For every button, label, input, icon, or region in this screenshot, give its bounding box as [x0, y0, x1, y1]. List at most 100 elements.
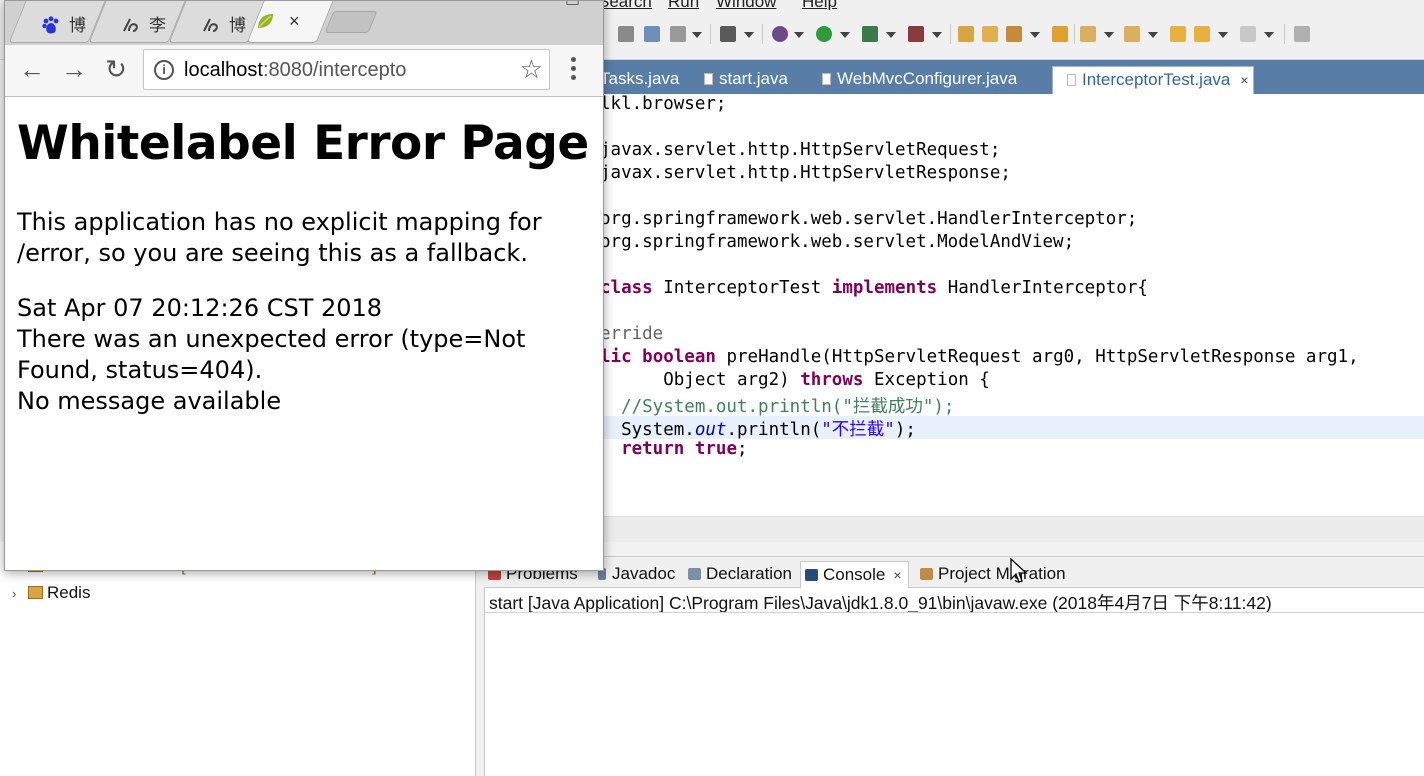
toolbar-separator: [762, 24, 763, 44]
chevron-down-icon[interactable]: [794, 32, 804, 38]
error-description: This application has no explicit mapping…: [17, 208, 542, 267]
menu-help[interactable]: Help: [802, 0, 837, 10]
run-icon[interactable]: [816, 26, 832, 42]
browser-tab-active[interactable]: ×: [246, 1, 334, 43]
last-edit-icon[interactable]: [1170, 26, 1186, 42]
toolbar-separator: [1284, 24, 1285, 44]
chevron-down-icon[interactable]: [1148, 32, 1158, 38]
toolbar-icon[interactable]: [720, 26, 736, 42]
code-line: //System.out.println("拦截成功");: [600, 397, 955, 417]
browser-menu-icon[interactable]: [571, 57, 577, 83]
console-icon: [805, 569, 818, 581]
java-file-icon: [704, 73, 713, 85]
tab-declaration[interactable]: Declaration: [684, 561, 798, 588]
back-button[interactable]: ←: [17, 55, 47, 85]
toolbar-separator: [1074, 24, 1075, 44]
url-text[interactable]: localhost:8080/intercepto: [184, 59, 406, 82]
editor-tab-label: Tasks.java: [600, 69, 680, 88]
bottom-view-tabbar: Problems Javadoc Declaration Console × Pr…: [484, 556, 1424, 588]
chevron-down-icon[interactable]: [692, 32, 702, 38]
spring-leaf-icon: [258, 14, 273, 28]
chevron-down-icon[interactable]: [1218, 32, 1228, 38]
project-icon: [28, 586, 43, 599]
chevron-down-icon[interactable]: [1104, 32, 1114, 38]
external-tools-icon[interactable]: [908, 26, 924, 42]
browser-tab[interactable]: 博: [168, 1, 266, 43]
editor-tab-tasks[interactable]: Tasks.java: [600, 66, 687, 94]
code-line: erride: [600, 324, 664, 344]
code-editor[interactable]: lkl.browser; javax.servlet.http.HttpServ…: [600, 94, 1424, 516]
editor-tab-start[interactable]: start.java: [690, 66, 796, 94]
editor-tab-label: WebMvcConfigurer.java: [837, 69, 1018, 88]
error-detail: There was an unexpected error (type=Not …: [17, 325, 526, 384]
browser-tab[interactable]: 李: [88, 1, 186, 43]
browser-tabstrip: — ▭ 博 李: [5, 1, 603, 45]
toolbar-icon[interactable]: [644, 26, 660, 42]
pin-editor-icon[interactable]: [1294, 26, 1310, 42]
new-tab-button[interactable]: [324, 11, 378, 33]
editor-tab-interceptortest[interactable]: InterceptorTest.java ×: [1052, 66, 1254, 94]
menu-window[interactable]: Window: [716, 0, 776, 10]
sash[interactable]: [476, 542, 484, 776]
toolbar-icon[interactable]: [618, 26, 634, 42]
browser-tab-title: 李: [149, 16, 166, 35]
mouse-cursor-icon: [1010, 558, 1028, 583]
chevron-down-icon[interactable]: [886, 32, 896, 38]
code-line: javax.servlet.http.HttpServletRequest;: [600, 140, 1001, 160]
browser-toolbar: ← → ↻ i localhost:8080/intercepto ☆: [5, 45, 603, 97]
tab-project-migration[interactable]: Project Migration: [916, 561, 1072, 588]
marker-icon[interactable]: [1006, 26, 1022, 42]
code-line: lic boolean preHandle(HttpServletRequest…: [600, 347, 1359, 367]
info-icon[interactable]: i: [154, 60, 174, 80]
editor-tab-label: start.java: [719, 69, 788, 88]
coverage-icon[interactable]: [862, 26, 878, 42]
back-arrow-icon[interactable]: [1194, 26, 1210, 42]
java-file-icon: [1067, 74, 1076, 86]
tab-console[interactable]: Console ×: [800, 561, 909, 588]
debug-icon[interactable]: [772, 26, 788, 42]
close-icon[interactable]: ×: [289, 11, 300, 32]
new-package-icon[interactable]: [958, 26, 974, 42]
toolbar-icon[interactable]: [670, 26, 686, 42]
tree-item-redis[interactable]: › Redis: [12, 583, 90, 603]
toolbar-separator: [950, 24, 951, 44]
divider: [485, 612, 1424, 613]
code-line: org.springframework.web.servlet.HandlerI…: [600, 209, 1138, 229]
minimize-icon[interactable]: —: [487, 1, 503, 9]
previous-annotation-icon[interactable]: [1124, 26, 1140, 42]
page-title: Whitelabel Error Page: [17, 116, 589, 171]
close-icon[interactable]: ×: [1240, 72, 1248, 88]
editor-tab-webmvcconfigurer[interactable]: WebMvcConfigurer.java: [808, 66, 1025, 94]
cnblogs-icon: [123, 18, 138, 32]
toolbar-separator: [710, 24, 711, 44]
chevron-down-icon[interactable]: [1030, 32, 1040, 38]
code-line: javax.servlet.http.HttpServletResponse;: [600, 163, 1011, 183]
error-timestamp: Sat Apr 07 20:12:26 CST 2018: [17, 294, 383, 322]
code-line: class InterceptorTest implements Handler…: [600, 278, 1148, 298]
forward-button[interactable]: →: [59, 55, 89, 85]
chevron-down-icon[interactable]: [744, 32, 754, 38]
menu-search[interactable]: Search: [598, 0, 652, 10]
editor-horizontal-scrollbar[interactable]: [600, 516, 1424, 542]
chevron-down-icon[interactable]: [932, 32, 942, 38]
browser-tab[interactable]: 博: [8, 1, 106, 43]
forward-arrow-icon[interactable]: [1240, 26, 1256, 42]
menu-run[interactable]: Run: [668, 0, 699, 10]
browser-tab-title: 博: [69, 16, 86, 35]
bookmark-star-icon[interactable]: ☆: [520, 54, 543, 85]
open-folder-icon[interactable]: [982, 26, 998, 42]
baidu-icon: [42, 16, 59, 34]
open-task-icon[interactable]: [1052, 26, 1068, 42]
console-view[interactable]: start [Java Application] C:\Program File…: [484, 588, 1424, 776]
editor-tab-label: InterceptorTest.java: [1082, 70, 1231, 89]
chevron-down-icon[interactable]: [840, 32, 850, 38]
reload-button[interactable]: ↻: [101, 55, 131, 85]
next-annotation-icon[interactable]: [1080, 26, 1096, 42]
chevron-down-icon[interactable]: [1264, 32, 1274, 38]
maximize-icon[interactable]: ▭: [565, 1, 580, 11]
chevron-right-icon[interactable]: ›: [12, 586, 22, 601]
editor-tabbar: Tasks.java start.java WebMvcConfigurer.j…: [600, 60, 1424, 94]
address-bar[interactable]: i localhost:8080/intercepto ☆: [143, 49, 550, 90]
code-line-current: System.out.println("不拦截");: [600, 416, 1424, 440]
close-icon[interactable]: ×: [893, 567, 901, 583]
